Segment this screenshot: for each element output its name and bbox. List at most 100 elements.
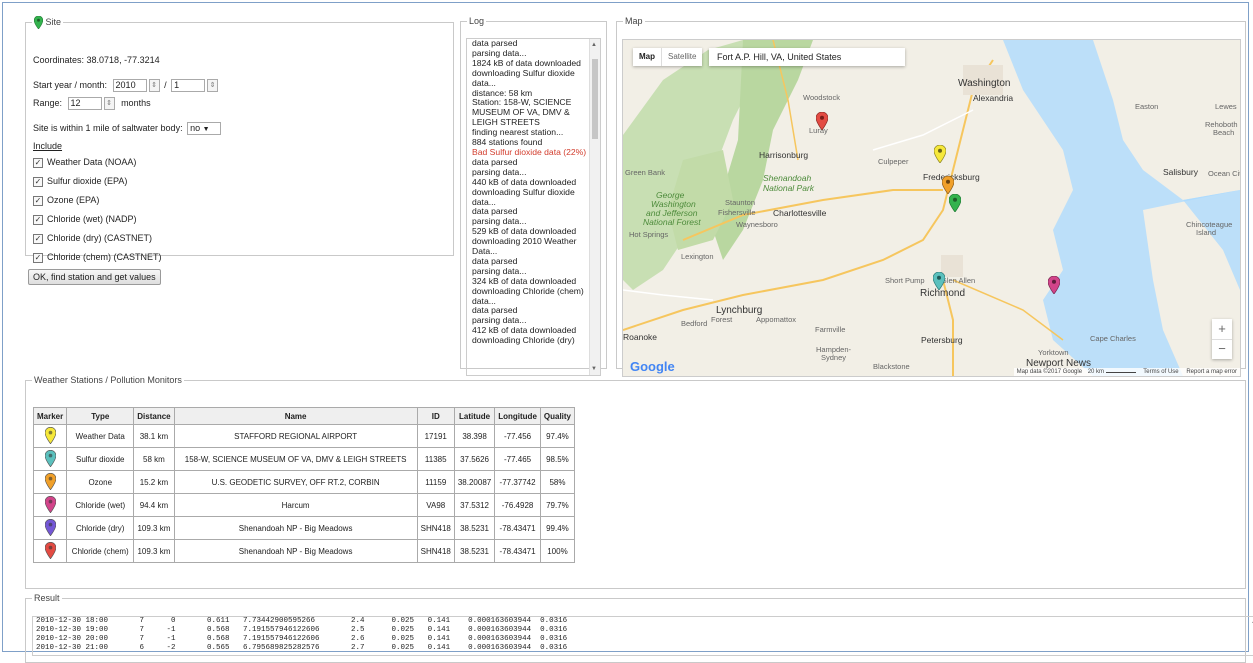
map-marker-icon: [44, 518, 56, 536]
map-type-control: Map Satellite: [633, 48, 703, 66]
marker-cell: [32, 539, 68, 563]
start-year-input[interactable]: 2010: [112, 79, 147, 92]
map-label: Ocean City: [1208, 169, 1240, 178]
include-label-text: Sulfur dioxide (EPA): [47, 176, 128, 186]
cell-distance: 109.3 km: [133, 539, 175, 563]
google-logo: Google: [630, 359, 675, 374]
marker-pin-chloride-wet[interactable]: [1048, 276, 1060, 294]
site-marker-icon: [33, 15, 44, 30]
column-header: Latitude: [453, 407, 496, 425]
site-legend: Site: [32, 15, 63, 30]
date-separator: /: [164, 79, 167, 90]
map-marker-icon: [44, 449, 56, 467]
cell-type: Chloride (chem): [66, 539, 135, 563]
map-marker-icon: [44, 472, 56, 490]
map-label: Appomattox: [756, 315, 797, 324]
column-header: Type: [66, 407, 135, 425]
start-year-spinner[interactable]: ⇕: [148, 79, 160, 92]
result-line: 2010-12-30 21:00 6 -2 0.565 6.7956898252…: [36, 644, 568, 652]
result-textarea[interactable]: 2010-12-30 18:00 7 0 0.611 7.73442900595…: [32, 616, 1253, 656]
log-list[interactable]: data parsed parsing data... 1824 kB of dat…: [466, 38, 601, 376]
range-row: Range: 12 ⇕ months: [33, 97, 151, 110]
tab-satellite[interactable]: Satellite: [661, 48, 702, 66]
cell-id: 11385: [416, 447, 455, 471]
zoom-out-button[interactable]: −: [1212, 339, 1232, 360]
cell-id: SHN418: [416, 539, 455, 563]
start-month-input[interactable]: 1: [171, 79, 206, 92]
range-input[interactable]: 12: [67, 97, 102, 110]
map-label: National Park: [763, 183, 815, 193]
checkbox-checked-icon[interactable]: ✓: [33, 233, 43, 244]
checkbox-checked-icon[interactable]: ✓: [33, 157, 43, 168]
include-item[interactable]: ✓ Chloride (dry) (CASTNET): [33, 233, 152, 244]
checkbox-checked-icon[interactable]: ✓: [33, 176, 43, 187]
marker-pin-ozone[interactable]: [942, 176, 954, 194]
map-panel: Map Washington Alexandria Woodstock Lura…: [616, 16, 1246, 377]
include-label-text: Weather Data (NOAA): [47, 157, 137, 167]
include-item[interactable]: ✓ Chloride (wet) (NADP): [33, 214, 137, 225]
checkbox-checked-icon[interactable]: ✓: [33, 252, 43, 263]
map-label: Washington: [958, 78, 1011, 89]
cell-longitude: -77.456: [494, 424, 541, 448]
map-label: Farmville: [815, 325, 846, 334]
cell-quality: 98.5%: [539, 447, 576, 471]
stations-panel: Weather Stations / Pollution Monitors Ma…: [25, 375, 1246, 589]
cell-name: Harcum: [173, 493, 418, 517]
zoom-in-button[interactable]: +: [1212, 319, 1232, 339]
scroll-thumb[interactable]: [592, 59, 598, 139]
map-view[interactable]: Washington Alexandria Woodstock Luray Ha…: [622, 39, 1241, 377]
site-legend-label: Site: [45, 16, 62, 27]
saltwater-select[interactable]: no ▼: [187, 122, 222, 135]
table-header-row: Marker Type Distance Name ID Latitude Lo…: [32, 407, 576, 425]
include-item[interactable]: ✓ Sulfur dioxide (EPA): [33, 176, 127, 187]
log-scrollbar[interactable]: ▲ ▼: [589, 39, 600, 375]
include-item[interactable]: ✓ Ozone (EPA): [33, 195, 99, 206]
start-row: Start year / month: 2010 ⇕ / 1 ⇕: [33, 79, 219, 92]
include-item[interactable]: ✓ Chloride (chem) (CASTNET): [33, 252, 162, 263]
chevron-down-icon: ▼: [202, 126, 210, 133]
marker-pin-site[interactable]: [949, 194, 961, 212]
table-row[interactable]: Weather Data 38.1 km STAFFORD REGIONAL AIR…: [32, 424, 576, 448]
stations-table: Marker Type Distance Name ID Latitude Lo…: [32, 407, 576, 563]
map-label: Waynesboro: [736, 220, 778, 229]
table-row[interactable]: Chloride (chem) 109.3 km Shenandoah NP - B…: [32, 539, 576, 563]
map-label: Beach: [1213, 128, 1235, 137]
location-search-box[interactable]: Fort A.P. Hill, VA, United States: [709, 48, 905, 66]
table-row[interactable]: Ozone 15.2 km U.S. GEODETIC SURVEY, OFF RT…: [32, 470, 576, 494]
marker-pin-chloride-chem[interactable]: [816, 112, 828, 130]
include-label-text: Chloride (chem) (CASTNET): [47, 252, 162, 262]
map-label: Lexington: [681, 252, 714, 261]
map-marker-icon: [44, 495, 56, 513]
tab-map[interactable]: Map: [633, 48, 661, 66]
table-row[interactable]: Sulfur dioxide 58 km 158-W, SCIENCE MUSEUM…: [32, 447, 576, 471]
table-row[interactable]: Chloride (wet) 94.4 km Harcum VA98 37.5312 -7…: [32, 493, 576, 517]
cell-name: U.S. GEODETIC SURVEY, OFF RT.2, CORBIN: [173, 470, 418, 494]
cell-distance: 94.4 km: [133, 493, 175, 517]
marker-pin-sulfur[interactable]: [933, 272, 945, 290]
map-label: Sydney: [821, 353, 847, 362]
table-row[interactable]: Chloride (dry) 109.3 km Shenandoah NP - Bi…: [32, 516, 576, 540]
map-label: Glen Allen: [941, 276, 976, 285]
cell-latitude: 37.5626: [453, 447, 496, 471]
include-item[interactable]: ✓ Weather Data (NOAA): [33, 157, 136, 168]
map-label: Petersburg: [921, 335, 963, 345]
start-month-spinner[interactable]: ⇕: [207, 79, 219, 92]
zoom-control: + −: [1212, 319, 1232, 359]
checkbox-checked-icon[interactable]: ✓: [33, 214, 43, 225]
log-legend: Log: [469, 16, 485, 26]
scroll-up-icon[interactable]: ▲: [591, 42, 597, 48]
cell-id: SHN418: [416, 516, 455, 540]
include-label: Include: [33, 141, 63, 151]
range-label: Range:: [33, 97, 63, 108]
range-spinner[interactable]: ⇕: [103, 97, 115, 110]
marker-pin-weather[interactable]: [934, 145, 946, 163]
map-label: Forest: [711, 315, 733, 324]
find-station-button[interactable]: OK, find station and get values: [28, 269, 161, 285]
checkbox-checked-icon[interactable]: ✓: [33, 195, 43, 206]
start-label: Start year / month:: [33, 79, 108, 90]
cell-distance: 38.1 km: [133, 424, 175, 448]
range-unit: months: [121, 97, 151, 108]
scroll-down-icon[interactable]: ▼: [591, 366, 597, 372]
local-road-west: [623, 289, 714, 301]
map-label: Roanoke: [623, 332, 658, 342]
